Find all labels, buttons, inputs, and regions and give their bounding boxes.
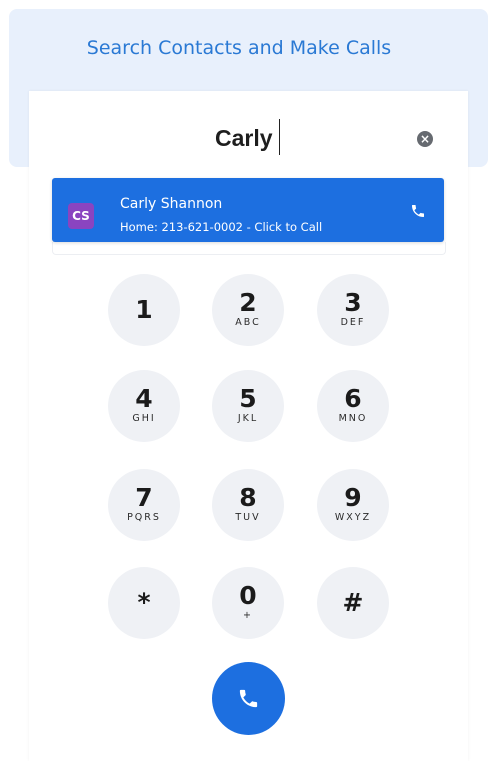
contact-avatar: CS [68,203,94,229]
key-digit: 5 [239,384,257,413]
key-letters: + [243,610,253,621]
dial-key-6[interactable]: 6 MNO [317,370,389,442]
phone-icon [239,689,258,708]
key-letters: MNO [338,413,368,424]
dial-key-8[interactable]: 8 TUV [212,469,284,541]
dial-key-9[interactable]: 9 WXYZ [317,469,389,541]
dial-key-0[interactable]: 0 + [212,567,284,639]
contact-phone-detail: Home: 213-621-0002 - Click to Call [120,220,323,234]
contact-name: Carly Shannon [120,196,223,212]
key-digit: 8 [239,483,257,512]
text-caret [279,119,280,155]
key-letters: GHI [132,413,156,424]
key-digit: 2 [239,288,257,317]
dial-key-5[interactable]: 5 JKL [212,370,284,442]
dial-key-3[interactable]: 3 DEF [317,274,389,346]
result-list-border [52,242,446,255]
dial-key-4[interactable]: 4 GHI [108,370,180,442]
key-digit: * [137,588,151,617]
key-letters: DEF [340,317,366,328]
dial-key-star[interactable]: * [108,567,180,639]
clear-search-icon[interactable]: × [417,131,433,147]
key-digit: # [342,588,364,617]
search-input[interactable]: Carly [215,124,273,152]
key-letters: ABC [235,317,261,328]
key-digit: 1 [135,295,153,324]
key-digit: 6 [344,384,362,413]
key-letters: PQRS [127,512,161,523]
key-letters: JKL [237,413,259,424]
dial-key-7[interactable]: 7 PQRS [108,469,180,541]
page-title: Search Contacts and Make Calls [86,37,392,59]
key-letters: WXYZ [334,512,372,523]
call-button[interactable] [212,662,285,735]
key-digit: 3 [344,288,362,317]
key-letters: TUV [235,512,261,523]
dial-key-1[interactable]: 1 [108,274,180,346]
key-digit: 0 [239,581,257,610]
dial-key-2[interactable]: 2 ABC [212,274,284,346]
dial-key-hash[interactable]: # [317,567,389,639]
phone-icon[interactable] [410,203,426,219]
key-digit: 7 [135,483,153,512]
key-digit: 4 [135,384,153,413]
key-digit: 9 [344,483,362,512]
contact-result-row[interactable]: CS Carly Shannon Home: 213-621-0002 - Cl… [52,178,444,242]
